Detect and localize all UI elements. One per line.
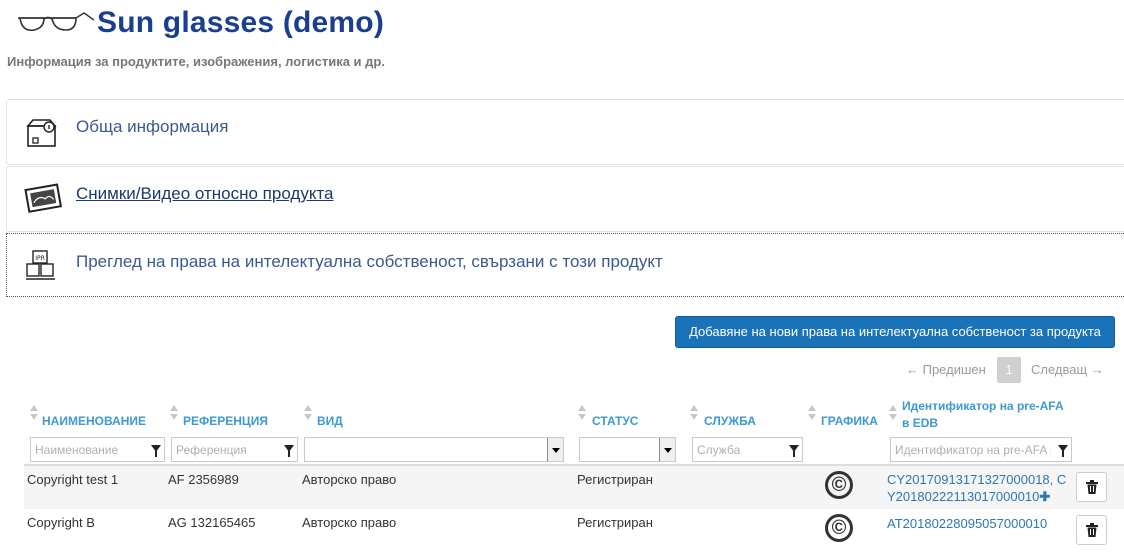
sort-service-icon[interactable] — [690, 405, 698, 421]
box-info-icon — [26, 119, 57, 147]
glasses-icon — [18, 12, 94, 32]
select-arrow-icon[interactable] — [659, 438, 675, 461]
table-row: Copyright B AG 132165465 Авторско право … — [24, 509, 1124, 553]
reference-filter-input[interactable] — [172, 438, 297, 461]
delete-button[interactable] — [1076, 515, 1107, 545]
column-header-service[interactable]: СЛУЖБА — [704, 414, 756, 428]
copyright-icon: © — [825, 514, 853, 542]
type-filter-select[interactable] — [304, 437, 564, 462]
panel-general-info[interactable]: Обща информация — [6, 99, 1124, 165]
page-title: Sun glasses (demo) — [97, 6, 385, 39]
preafa-id-line1[interactable]: CY20170913171327000018, C — [887, 471, 1066, 488]
page-subtitle: Информация за продуктите, изображения, л… — [7, 54, 385, 69]
cell-name: Copyright B — [27, 515, 95, 530]
cell-reference: AF 2356989 — [168, 472, 239, 487]
column-header-preafa-id[interactable]: Идентификатор на pre-AFA — [902, 399, 1064, 413]
status-filter-select[interactable] — [579, 437, 676, 462]
column-header-type[interactable]: ВИД — [317, 414, 343, 428]
preafa-id-line2[interactable]: Y20180222113017000010 — [887, 489, 1039, 504]
sort-type-icon[interactable] — [304, 405, 312, 421]
filter-funnel-icon[interactable] — [151, 445, 161, 457]
cell-name: Copyright test 1 — [27, 472, 119, 487]
filter-funnel-icon[interactable] — [1058, 445, 1068, 457]
reference-filter-field — [171, 437, 298, 462]
panel-photos-video[interactable]: Снимки/Видео относно продукта — [6, 166, 1124, 232]
copyright-icon: © — [825, 471, 853, 499]
add-ip-rights-button[interactable]: Добавяне на нови права на интелектуална … — [675, 316, 1115, 348]
column-header-preafa-id-line2: в EDB — [902, 416, 939, 430]
name-filter-field — [30, 437, 165, 462]
delete-button[interactable] — [1076, 472, 1107, 502]
table-row: Copyright test 1 AF 2356989 Авторско пра… — [24, 464, 1124, 510]
pagination-page-1[interactable]: 1 — [997, 357, 1021, 383]
page-header: Sun glasses (demo) Информация за продукт… — [0, 0, 1124, 100]
panel-general-info-label: Обща информация — [76, 117, 229, 136]
sort-preafa-id-icon[interactable] — [889, 405, 897, 421]
trash-icon — [1086, 523, 1098, 537]
preafa-id-filter-input[interactable] — [891, 438, 1071, 461]
trash-icon — [1086, 480, 1098, 494]
cell-preafa-id[interactable]: AT20180228095057000010 — [887, 515, 1047, 532]
cell-type: Авторско право — [302, 472, 397, 487]
column-header-name[interactable]: НАИМЕНОВАНИЕ — [42, 414, 146, 428]
sort-reference-icon[interactable] — [170, 405, 178, 421]
cell-type: Авторско право — [302, 515, 397, 530]
panel-photos-video-label[interactable]: Снимки/Видео относно продукта — [76, 184, 334, 204]
photos-icon — [24, 183, 63, 213]
cell-reference: AG 132165465 — [168, 515, 256, 530]
cell-status: Регистриран — [577, 472, 653, 487]
select-arrow-icon[interactable] — [547, 438, 563, 461]
svg-text:IPR: IPR — [35, 255, 45, 262]
panel-ip-rights[interactable]: IPR Преглед на права на интелектуална со… — [6, 233, 1124, 297]
pagination-next[interactable]: Следващ → — [1031, 362, 1104, 377]
column-header-graphic[interactable]: ГРАФИКА — [821, 414, 878, 428]
filter-funnel-icon[interactable] — [284, 445, 294, 457]
sort-name-icon[interactable] — [30, 405, 38, 421]
column-header-status[interactable]: СТАТУС — [592, 414, 638, 428]
panel-ip-rights-label: Преглед на права на интелектуална собств… — [76, 252, 663, 271]
expand-plus-icon[interactable]: ✚ — [1039, 489, 1050, 504]
preafa-id-filter-field — [890, 437, 1072, 462]
filter-funnel-icon[interactable] — [789, 445, 799, 457]
sort-status-icon[interactable] — [578, 405, 586, 421]
pagination-prev[interactable]: ← Предишен — [906, 362, 986, 377]
service-filter-input[interactable] — [693, 438, 802, 461]
sort-graphic-icon[interactable] — [808, 405, 816, 421]
cell-status: Регистриран — [577, 515, 653, 530]
ipr-boxes-icon: IPR — [26, 250, 55, 280]
cell-preafa-id[interactable]: CY20170913171327000018, C Y2018022211301… — [887, 471, 1066, 505]
name-filter-input[interactable] — [31, 438, 164, 461]
service-filter-field — [692, 437, 803, 462]
column-header-reference[interactable]: РЕФЕРЕНЦИЯ — [183, 414, 268, 428]
